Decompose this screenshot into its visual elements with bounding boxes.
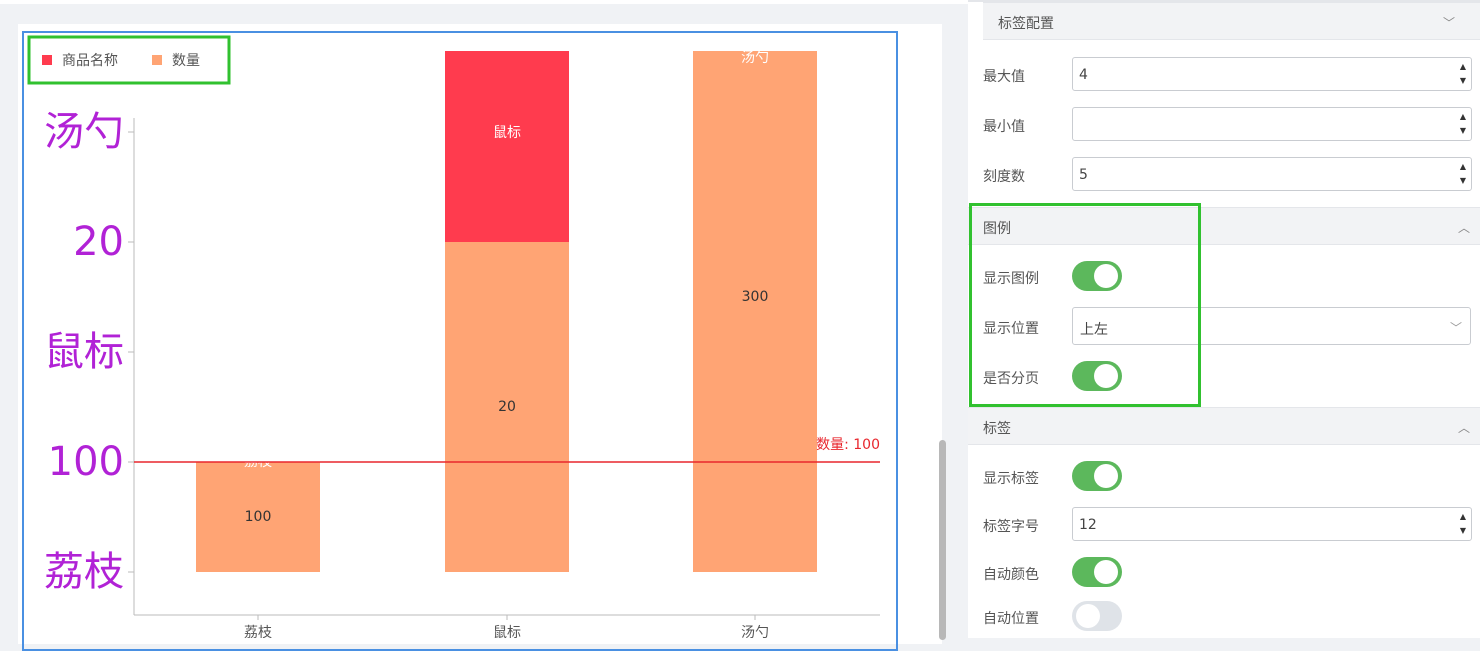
- canvas-area: 荔枝 100 鼠标 20 汤勺 100 荔枝 荔枝 20 鼠标 鼠标 300 汤勺 汤勺 数量: 100 商品…: [0, 0, 968, 651]
- paging-toggle[interactable]: [1072, 361, 1122, 391]
- auto-color-label: 自动颜色: [983, 567, 1039, 583]
- bar-qty: [693, 51, 817, 572]
- data-label-name: 鼠标: [493, 125, 521, 141]
- toggle-knob: [1094, 560, 1118, 584]
- bar-name: [445, 51, 569, 242]
- stepper-up-icon[interactable]: ▲: [1460, 163, 1466, 171]
- legend-label: 商品名称: [62, 53, 118, 69]
- select-value: 上左: [1080, 322, 1108, 338]
- data-label-qty: 100: [245, 509, 272, 525]
- x-tick-label: 汤勺: [741, 625, 769, 638]
- y-tick-label: 20: [73, 219, 124, 265]
- stepper-down-icon[interactable]: ▼: [1460, 127, 1466, 135]
- font-size-label: 标签字号: [983, 519, 1039, 535]
- chevron-down-icon: ﹀: [1449, 321, 1462, 335]
- x-tick-label: 鼠标: [493, 625, 521, 638]
- data-label-name: 汤勺: [741, 50, 769, 66]
- section-label-config[interactable]: 标签配置 ﹀: [983, 2, 1480, 40]
- stepper-up-icon[interactable]: ▲: [1460, 513, 1466, 521]
- x-tick-label: 荔枝: [244, 625, 272, 638]
- legend-position-label: 显示位置: [983, 321, 1039, 337]
- data-label-qty: 300: [742, 289, 769, 305]
- auto-position-toggle[interactable]: [1072, 601, 1122, 631]
- font-size-input[interactable]: 12 ▲ ▼: [1072, 507, 1472, 541]
- toggle-knob: [1094, 464, 1118, 488]
- paging-label: 是否分页: [983, 371, 1039, 387]
- min-value-input[interactable]: ▲ ▼: [1072, 107, 1472, 141]
- legend-position-select[interactable]: 上左 ﹀: [1072, 307, 1471, 345]
- y-tick-label: 鼠标: [44, 329, 124, 375]
- stepper-down-icon[interactable]: ▼: [1460, 177, 1466, 185]
- legend-marker: [42, 55, 52, 65]
- y-tick-label: 荔枝: [44, 549, 124, 595]
- auto-color-toggle[interactable]: [1072, 557, 1122, 587]
- input-value: 5: [1079, 167, 1088, 183]
- config-panel: 标签配置 ﹀ 最大值 4 ▲ ▼ 最小值 ▲ ▼ 刻度数 5 ▲ ▼ 图例 ︿ …: [968, 0, 1480, 638]
- min-value-label: 最小值: [983, 119, 1025, 135]
- show-label-label: 显示标签: [983, 471, 1039, 487]
- legend-label: 数量: [172, 53, 200, 69]
- legend-marker: [152, 55, 162, 65]
- show-legend-label: 显示图例: [983, 271, 1039, 287]
- max-value-input[interactable]: 4 ▲ ▼: [1072, 57, 1472, 91]
- section-title: 图例: [983, 221, 1011, 237]
- stepper-up-icon[interactable]: ▲: [1460, 63, 1466, 71]
- toggle-knob: [1094, 364, 1118, 388]
- input-value: 12: [1079, 517, 1097, 533]
- reference-line-label: 数量: 100: [816, 437, 880, 453]
- chart: 荔枝100鼠标20汤勺100荔枝荔枝20鼠标鼠标300汤勺汤勺数量: 100商品…: [27, 35, 880, 638]
- section-title: 标签: [983, 421, 1011, 437]
- y-tick-label: 汤勺: [44, 109, 124, 155]
- stepper-down-icon[interactable]: ▼: [1460, 527, 1466, 535]
- toggle-knob: [1076, 604, 1100, 628]
- show-label-toggle[interactable]: [1072, 461, 1122, 491]
- tick-count-input[interactable]: 5 ▲ ▼: [1072, 157, 1472, 191]
- tick-count-label: 刻度数: [983, 169, 1025, 185]
- section-label[interactable]: 标签 ︿: [968, 407, 1480, 445]
- stepper-up-icon[interactable]: ▲: [1460, 113, 1466, 121]
- section-title: 标签配置: [998, 16, 1054, 32]
- show-legend-toggle[interactable]: [1072, 261, 1122, 291]
- stepper-down-icon[interactable]: ▼: [1460, 77, 1466, 85]
- auto-position-label: 自动位置: [983, 611, 1039, 627]
- vertical-scrollbar[interactable]: [939, 440, 946, 640]
- max-value-label: 最大值: [983, 69, 1025, 85]
- section-legend[interactable]: 图例 ︿: [968, 207, 1480, 245]
- chevron-up-icon[interactable]: ︿: [1458, 219, 1470, 236]
- chevron-up-icon[interactable]: ︿: [1458, 419, 1470, 436]
- chevron-down-icon[interactable]: ﹀: [1443, 14, 1455, 31]
- input-value: 4: [1079, 67, 1088, 83]
- y-tick-label: 100: [48, 439, 124, 485]
- toggle-knob: [1094, 264, 1118, 288]
- data-label-qty: 20: [498, 399, 516, 415]
